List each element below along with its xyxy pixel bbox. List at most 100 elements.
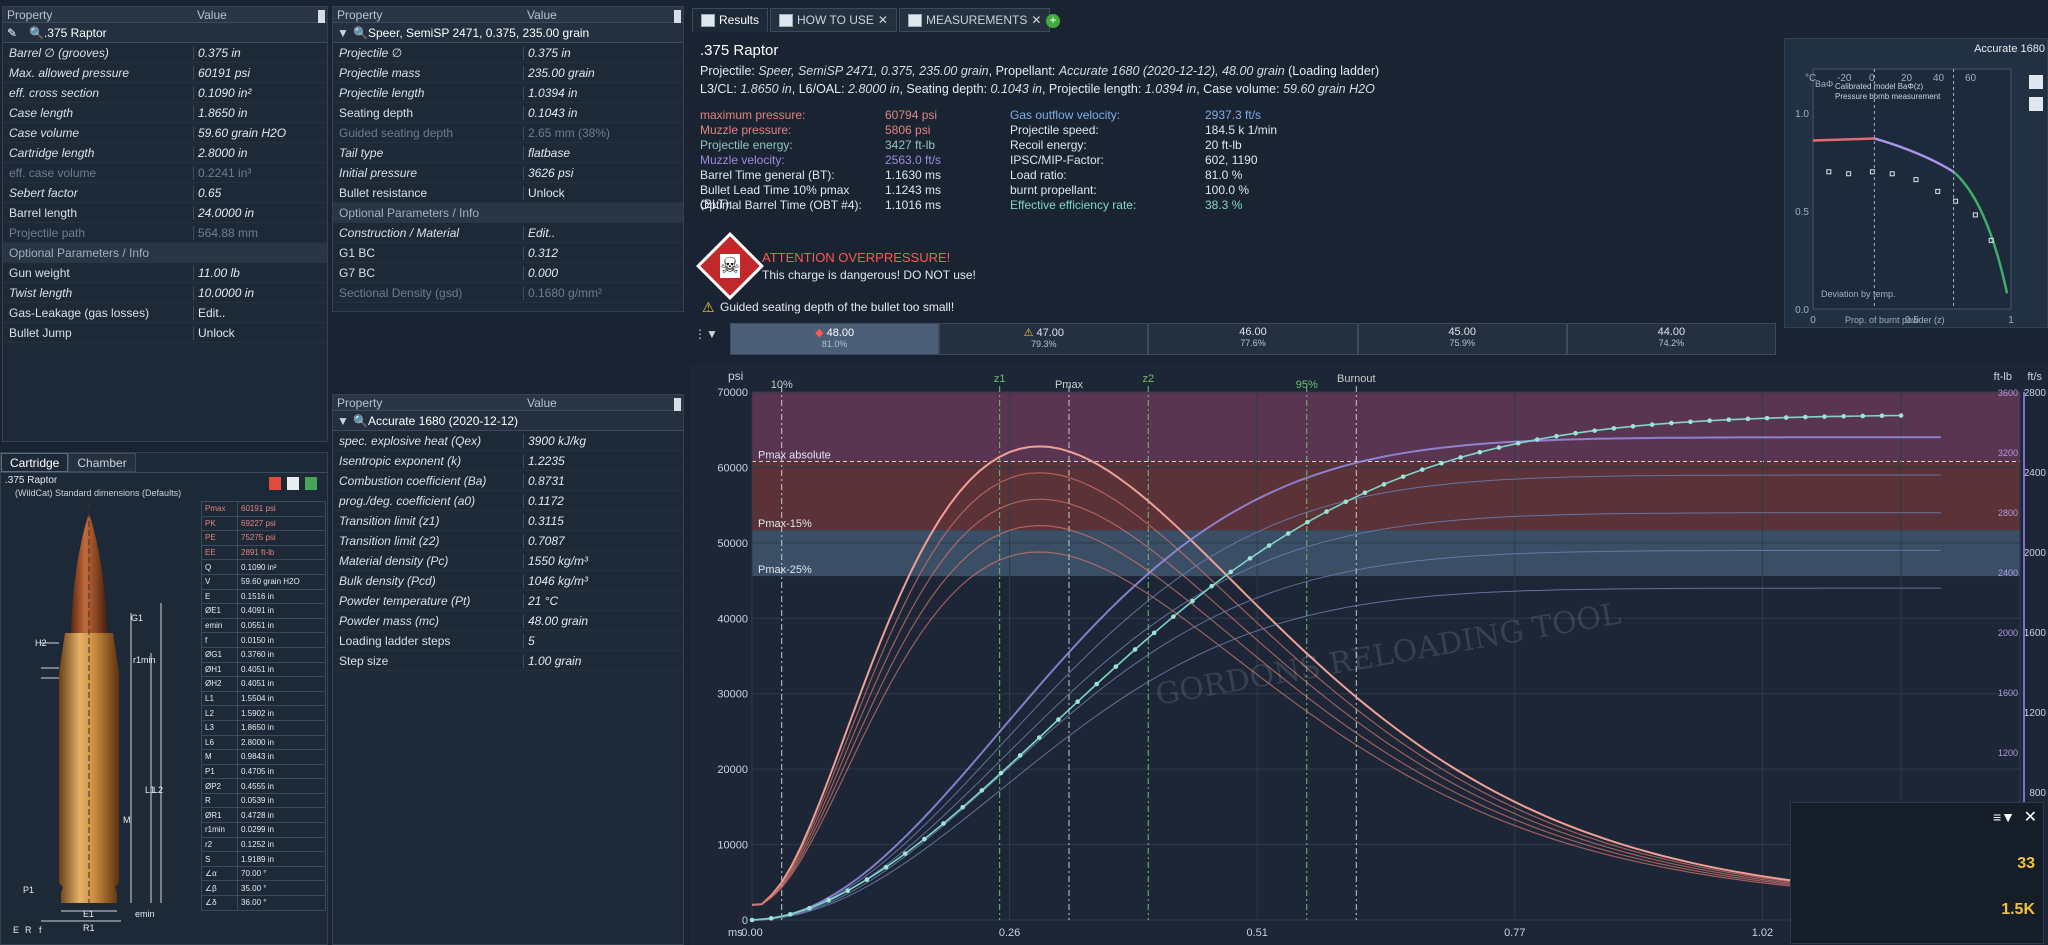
mini-chart-button[interactable] — [2029, 75, 2043, 89]
property-value[interactable]: 0.3115 — [523, 513, 683, 528]
pdf-icon[interactable] — [269, 477, 281, 490]
property-value[interactable]: 0.000 — [523, 265, 683, 280]
property-value[interactable]: 0.1680 g/mm² — [523, 285, 683, 300]
property-value[interactable]: flatbase — [523, 145, 683, 160]
property-row[interactable]: Barrel length 24.0000 in — [3, 10, 327, 223]
property-row[interactable]: Barrel ∅ (grooves) 0.375 in — [3, 10, 327, 63]
mini-chart-button-2[interactable] — [2029, 97, 2043, 111]
ladder-step[interactable]: 45.00 75.9% — [1357, 323, 1567, 355]
property-row[interactable]: Projectile length 1.0394 in — [333, 10, 683, 103]
optional-section-header[interactable]: Optional Parameters / Info — [3, 243, 327, 263]
property-value[interactable]: 1046 kg/m³ — [523, 573, 683, 588]
collapse-icon[interactable]: ▼ — [337, 26, 353, 40]
tab-measurements[interactable]: MEASUREMENTS ✕ — [898, 8, 1051, 32]
export-icon[interactable] — [305, 477, 317, 490]
property-row[interactable]: Case volume 59.60 grain H2O — [3, 10, 327, 143]
wrench-icon[interactable]: ✎ — [7, 26, 29, 40]
property-row[interactable]: Transition limit (z1) 0.3115 — [333, 398, 683, 531]
propellant-selector[interactable]: ▼ 🔍 Accurate 1680 (2020-12-12) — [333, 411, 683, 431]
property-row[interactable]: eff. cross section 0.1090 in² — [3, 10, 327, 103]
property-value[interactable]: 0.1090 in² — [193, 85, 327, 100]
ladder-step[interactable]: ⚠ 47.00 79.3% — [939, 323, 1149, 355]
property-value[interactable]: 3626 psi — [523, 165, 683, 180]
document-icon[interactable] — [287, 477, 299, 490]
property-row[interactable]: Combustion coefficient (Ba) 0.8731 — [333, 398, 683, 491]
property-row[interactable]: Projectile mass 235.00 grain — [333, 10, 683, 83]
property-row[interactable]: Seating depth 0.1043 in — [333, 10, 683, 123]
property-row[interactable]: spec. explosive heat (Qex) 3900 kJ/kg — [333, 398, 683, 451]
property-row[interactable]: Max. allowed pressure 60191 psi — [3, 10, 327, 83]
property-row[interactable]: Case length 1.8650 in — [3, 10, 327, 123]
close-icon[interactable]: ✕ — [878, 13, 888, 27]
property-value[interactable]: Unlock — [193, 325, 327, 340]
property-row[interactable]: Gas-Leakage (gas losses) Edit.. — [3, 10, 327, 323]
property-value[interactable]: 59.60 grain H2O — [193, 125, 327, 140]
property-row[interactable]: G7 BC 0.000 — [333, 10, 683, 283]
property-row[interactable]: Initial pressure 3626 psi — [333, 10, 683, 183]
property-value[interactable]: 1.2235 — [523, 453, 683, 468]
property-row[interactable]: Bulk density (Pcd) 1046 kg/m³ — [333, 398, 683, 591]
property-row[interactable]: Sectional Density (gsd) 0.1680 g/mm² — [333, 10, 683, 303]
ladder-step[interactable]: 46.00 77.6% — [1148, 323, 1358, 355]
property-value[interactable]: 0.375 in — [193, 45, 327, 60]
property-row[interactable]: Sebert factor 0.65 — [3, 10, 327, 203]
edit-handle[interactable] — [674, 398, 681, 411]
property-value[interactable]: 60191 psi — [193, 65, 327, 80]
property-row[interactable]: Gun weight 11.00 lb — [3, 10, 327, 283]
collapse-icon[interactable]: ▼ — [337, 414, 353, 428]
property-row[interactable]: Isentropic exponent (k) 1.2235 — [333, 398, 683, 471]
property-value[interactable]: 0.1172 — [523, 493, 683, 508]
property-row[interactable]: eff. case volume 0.2241 in³ — [3, 10, 327, 183]
property-value[interactable]: 1.00 grain — [523, 653, 683, 668]
property-row[interactable]: Construction / Material Edit.. — [333, 10, 683, 243]
tab-how-to-use[interactable]: HOW TO USE ✕ — [770, 8, 897, 32]
property-value[interactable]: 1550 kg/m³ — [523, 553, 683, 568]
property-row[interactable]: Bullet Jump Unlock — [3, 10, 327, 343]
property-row[interactable]: Twist length 10.0000 in — [3, 10, 327, 303]
property-value[interactable]: 0.1043 in — [523, 105, 683, 120]
tab-cartridge[interactable]: Cartridge — [1, 453, 69, 472]
property-value[interactable]: 48.00 grain — [523, 613, 683, 628]
property-value[interactable]: 564.88 mm — [193, 225, 327, 240]
property-row[interactable]: Bullet resistance Unlock — [333, 10, 683, 203]
property-value[interactable]: 11.00 lb — [193, 265, 327, 280]
cartridge-selector[interactable]: ✎ 🔍 .375 Raptor — [3, 23, 327, 43]
property-row[interactable]: Powder mass (mc) 48.00 grain — [333, 398, 683, 631]
add-tab-icon[interactable]: + — [1046, 14, 1060, 28]
property-value[interactable]: 5 — [523, 633, 683, 648]
property-value[interactable]: 0.2241 in³ — [193, 165, 327, 180]
close-icon[interactable]: ✕ — [1031, 13, 1041, 27]
property-value[interactable]: 1.0394 in — [523, 85, 683, 100]
property-value[interactable]: 0.65 — [193, 185, 327, 200]
property-value[interactable]: Unlock — [523, 185, 683, 200]
property-value[interactable]: 0.312 — [523, 245, 683, 260]
property-value[interactable]: 0.7087 — [523, 533, 683, 548]
tab-results[interactable]: Results — [692, 8, 769, 32]
property-row[interactable]: prog./deg. coefficient (a0) 0.1172 — [333, 398, 683, 511]
ladder-menu-icon[interactable]: ⋮▼ — [694, 327, 718, 341]
edit-handle[interactable] — [318, 10, 325, 23]
property-row[interactable]: Step size 1.00 grain — [333, 398, 683, 671]
ladder-step[interactable]: 44.00 74.2% — [1566, 323, 1777, 355]
property-value[interactable]: 3900 kJ/kg — [523, 433, 683, 448]
ladder-step[interactable]: ◆ 48.00 81.0% — [730, 323, 940, 355]
property-value[interactable]: 0.375 in — [523, 45, 683, 60]
edit-handle[interactable] — [674, 10, 681, 23]
property-value[interactable]: 1.8650 in — [193, 105, 327, 120]
property-row[interactable]: Cartridge length 2.8000 in — [3, 10, 327, 163]
menu-icon[interactable]: ≡▼ — [1993, 809, 2015, 825]
property-row[interactable]: G1 BC 0.312 — [333, 10, 683, 263]
property-row[interactable]: Tail type flatbase — [333, 10, 683, 163]
projectile-selector[interactable]: ▼ 🔍 Speer, SemiSP 2471, 0.375, 235.00 gr… — [333, 23, 683, 43]
optional-section-header[interactable]: Optional Parameters / Info — [333, 203, 683, 223]
property-row[interactable]: Loading ladder steps 5 — [333, 398, 683, 651]
property-row[interactable]: Projectile ∅ 0.375 in — [333, 10, 683, 63]
property-value[interactable]: 21 °C — [523, 593, 683, 608]
property-row[interactable]: Projectile path 564.88 mm — [3, 10, 327, 243]
close-icon[interactable]: ✕ — [2024, 807, 2037, 827]
property-value[interactable]: Edit.. — [523, 225, 683, 240]
property-value[interactable]: 0.8731 — [523, 473, 683, 488]
property-row[interactable]: Material density (Pc) 1550 kg/m³ — [333, 398, 683, 571]
property-row[interactable]: Transition limit (z2) 0.7087 — [333, 398, 683, 551]
property-value[interactable]: Edit.. — [193, 305, 327, 320]
